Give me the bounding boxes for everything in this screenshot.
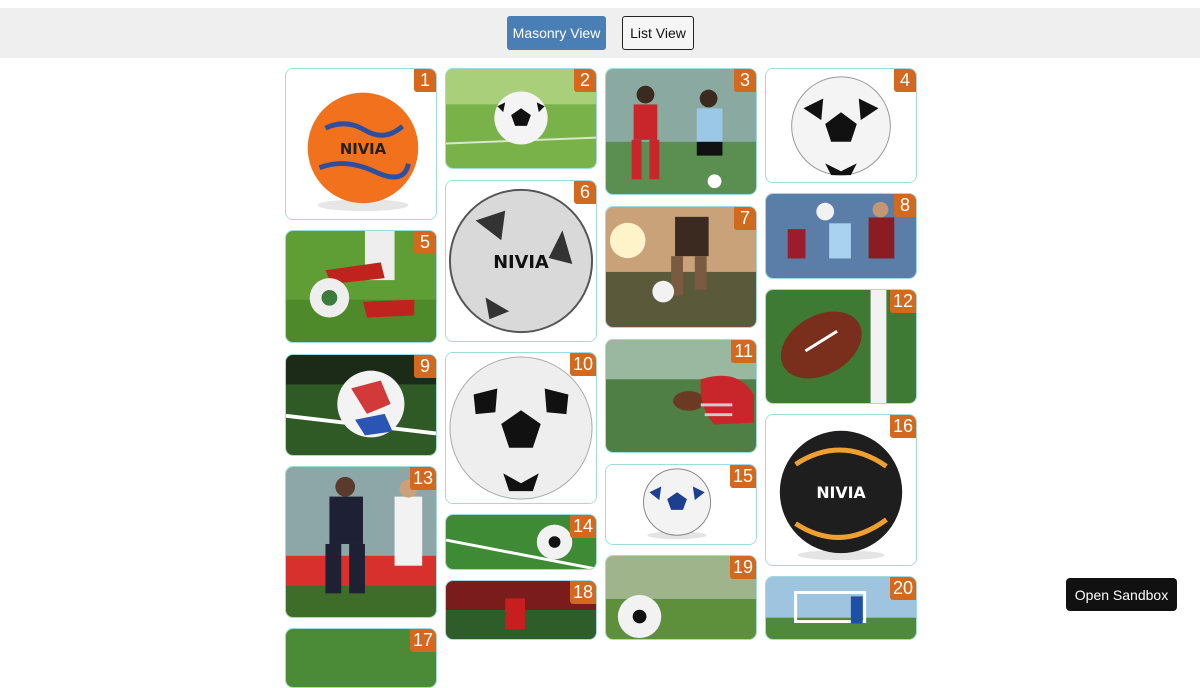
gallery-item-10[interactable]: 10	[445, 352, 597, 504]
masonry-view-button[interactable]: Masonry View	[507, 16, 606, 50]
gallery-item-4[interactable]: 4	[765, 68, 917, 183]
item-number-badge: 11	[731, 340, 756, 363]
gallery-item-7[interactable]: 7	[605, 206, 757, 328]
item-number-badge: 16	[889, 415, 916, 438]
item-number-badge: 17	[409, 629, 436, 652]
item-number-badge: 6	[574, 181, 596, 204]
item-number-badge: 13	[409, 467, 436, 490]
item-number-badge: 1	[414, 69, 436, 92]
gallery-item-9[interactable]: 9	[285, 354, 437, 456]
gallery-item-14[interactable]: 14	[445, 514, 597, 570]
item-number-badge: 3	[734, 69, 756, 92]
nivia-white-ball-image: NIVIA	[446, 181, 596, 341]
list-view-button[interactable]: List View	[622, 16, 694, 50]
gallery-item-13[interactable]: 13	[285, 466, 437, 618]
item-number-badge: 14	[569, 515, 596, 538]
gallery-item-3[interactable]: 3	[605, 68, 757, 195]
gallery-item-16[interactable]: NIVIA 16	[765, 414, 917, 566]
item-number-badge: 2	[574, 69, 596, 92]
item-number-badge: 4	[894, 69, 916, 92]
gallery-item-15[interactable]: 15	[605, 464, 757, 545]
gallery-item-5[interactable]: 5	[285, 230, 437, 343]
gallery-item-1[interactable]: NIVIA 1	[285, 68, 437, 220]
gallery-item-20[interactable]: 20	[765, 576, 917, 640]
svg-text:NIVIA: NIVIA	[493, 253, 549, 273]
item-number-badge: 12	[889, 290, 916, 313]
item-number-badge: 8	[894, 194, 916, 217]
item-number-badge: 15	[729, 465, 756, 488]
item-number-badge: 20	[889, 577, 916, 600]
gallery-item-8[interactable]: 8	[765, 193, 917, 279]
item-number-badge: 10	[569, 353, 596, 376]
item-number-badge: 18	[569, 581, 596, 604]
open-sandbox-button[interactable]: Open Sandbox	[1066, 578, 1177, 611]
gallery-item-6[interactable]: NIVIA 6	[445, 180, 597, 342]
gallery-item-2[interactable]: 2	[445, 68, 597, 169]
item-number-badge: 9	[414, 355, 436, 378]
gallery-item-17[interactable]: 17	[285, 628, 437, 688]
gallery-item-18[interactable]: 18	[445, 580, 597, 640]
gallery-item-19[interactable]: 19	[605, 555, 757, 640]
orange-ball-image: NIVIA	[286, 69, 436, 219]
view-toolbar: Masonry View List View	[0, 8, 1200, 58]
svg-text:NIVIA: NIVIA	[816, 483, 866, 502]
item-number-badge: 7	[734, 207, 756, 230]
gallery-item-11[interactable]: 11	[605, 339, 757, 453]
item-number-badge: 19	[729, 556, 756, 579]
gallery-item-12[interactable]: 12	[765, 289, 917, 404]
svg-text:NIVIA: NIVIA	[340, 141, 387, 158]
item-number-badge: 5	[414, 231, 436, 254]
